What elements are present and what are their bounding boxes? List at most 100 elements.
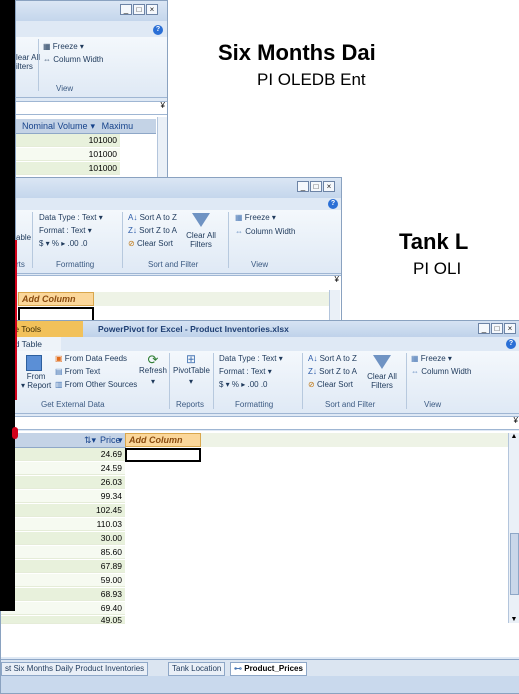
filters-label: ilters: [16, 62, 33, 71]
text-file-icon: ▤: [55, 367, 63, 376]
sheet-tab-product-prices[interactable]: ⊷ Product_Prices: [230, 662, 307, 676]
table-row[interactable]: 24.69: [1, 448, 125, 461]
column-header-price[interactable]: ⇅▾ Price ▾: [1, 433, 126, 448]
sort-ascending-icon: A↓: [308, 354, 318, 363]
sort-filter-group-label: Sort and Filter: [148, 260, 199, 269]
formula-bar[interactable]: ¥: [16, 101, 167, 115]
table-row[interactable]: 99.34: [1, 490, 125, 503]
scroll-up-icon[interactable]: ▲: [509, 433, 519, 440]
pivottable-button[interactable]: ⊞ PivotTable ▾: [173, 353, 210, 387]
table-row[interactable]: 110.03: [1, 518, 125, 531]
sort-z-to-a-button[interactable]: Z↓ Sort Z to A: [308, 367, 357, 376]
clear-all-filters-button[interactable]: lear All ilters: [16, 53, 40, 71]
sort-descending-icon: Z↓: [308, 367, 317, 376]
minimize-button[interactable]: _: [297, 181, 309, 192]
red-marker-dot: [12, 427, 18, 439]
freeze-button[interactable]: ▦ Freeze ▾: [43, 42, 84, 51]
clear-all-filters-button[interactable]: Clear All Filters: [363, 372, 401, 390]
table-row[interactable]: 30.00: [1, 532, 125, 545]
table-row[interactable]: 24.59: [1, 462, 125, 475]
close-button[interactable]: ×: [323, 181, 335, 192]
table-cell[interactable]: 101000: [16, 148, 120, 161]
ribbon: able rts Data Type : Text ▾ Format : Tex…: [16, 210, 341, 274]
table-cell[interactable]: 101000: [16, 134, 120, 147]
number-format-buttons[interactable]: $ ▾ % ▸ .00 .0: [39, 239, 88, 248]
maximize-button[interactable]: □: [133, 4, 145, 15]
sort-ascending-icon: A↓: [128, 213, 138, 222]
data-type-dropdown[interactable]: Data Type : Text ▾: [219, 354, 283, 363]
six-months-heading: Six Months Dai: [218, 40, 376, 65]
maximize-button[interactable]: □: [310, 181, 322, 192]
scroll-down-icon[interactable]: ▼: [509, 616, 519, 623]
minimize-button[interactable]: _: [120, 4, 132, 15]
tank-location-heading: Tank L: [399, 229, 469, 254]
refresh-button[interactable]: ⟳ Refresh ▾: [138, 352, 168, 387]
clear-sort-button[interactable]: ⊘ Clear Sort: [308, 380, 353, 389]
column-width-icon: ⇔: [235, 227, 243, 236]
table-cell[interactable]: 101000: [16, 162, 120, 175]
format-dropdown[interactable]: Format : Text ▾: [39, 226, 92, 235]
table-row[interactable]: 69.40: [1, 602, 125, 615]
close-button[interactable]: ×: [504, 323, 516, 334]
sort-z-to-a-button[interactable]: Z↓ Sort Z to A: [128, 226, 177, 235]
add-column-header[interactable]: Add Column: [125, 433, 201, 447]
window-titlebar: _ □ ×: [16, 178, 341, 198]
vertical-scrollbar[interactable]: ▲ ▼: [508, 433, 519, 623]
clear-sort-icon: ⊘: [128, 239, 135, 248]
left-dark-border: [0, 0, 15, 611]
clear-all-filters-button[interactable]: Clear All Filters: [182, 231, 220, 249]
freeze-button[interactable]: ▦ Freeze ▾: [411, 354, 452, 363]
from-text-button[interactable]: ▤ From Text: [55, 367, 100, 376]
column-width-button[interactable]: ⇔ Column Width: [235, 227, 295, 236]
column-header-nominal-volume[interactable]: Nominal Volume ▾ Maximu: [16, 119, 156, 134]
selected-cell[interactable]: [125, 448, 201, 462]
help-icon[interactable]: ?: [328, 199, 338, 209]
from-other-sources-button[interactable]: ▥ From Other Sources: [55, 380, 137, 389]
table-row[interactable]: 67.89: [1, 560, 125, 573]
minimize-button[interactable]: _: [478, 323, 490, 334]
refresh-icon: ⟳: [147, 352, 159, 367]
column-width-button[interactable]: ⇔ Column Width: [411, 367, 471, 376]
sheet-tab-six-months[interactable]: st Six Months Daily Product Inventories: [1, 662, 149, 676]
data-type-dropdown[interactable]: Data Type : Text ▾: [39, 213, 103, 222]
table-row[interactable]: 26.03: [1, 476, 125, 489]
window-title: PowerPivot for Excel - Product Inventori…: [98, 324, 289, 334]
red-marker-line: [15, 240, 17, 400]
formula-bar[interactable]: ¥: [1, 416, 519, 430]
filter-dropdown-icon[interactable]: ▾: [91, 121, 96, 131]
table-row[interactable]: 68.93: [1, 588, 125, 601]
vertical-scrollbar[interactable]: [329, 290, 340, 324]
filter-dropdown-icon[interactable]: ▾: [118, 433, 123, 447]
reports-group-label: Reports: [176, 400, 205, 409]
view-group-label: View: [56, 84, 74, 93]
sort-a-to-z-button[interactable]: A↓ Sort A to Z: [128, 213, 177, 222]
table-grid: Add Column: [16, 288, 341, 324]
maximize-button[interactable]: □: [491, 323, 503, 334]
from-report-button[interactable]: From ▾ Report: [21, 372, 51, 390]
filter-sort-icon[interactable]: ⇅▾: [84, 433, 96, 447]
clear-sort-button[interactable]: ⊘ Clear Sort: [128, 239, 173, 248]
formula-bar[interactable]: ¥: [16, 275, 341, 289]
vertical-scrollbar[interactable]: [157, 117, 167, 181]
help-icon[interactable]: ?: [153, 25, 163, 35]
sheet-tab-tank-location[interactable]: Tank Location: [168, 662, 226, 676]
sort-a-to-z-button[interactable]: A↓ Sort A to Z: [308, 354, 357, 363]
table-row[interactable]: 102.45: [1, 504, 125, 517]
format-dropdown[interactable]: Format : Text ▾: [219, 367, 272, 376]
close-button[interactable]: ×: [146, 4, 158, 15]
scroll-thumb[interactable]: [510, 533, 519, 595]
table-row[interactable]: 59.00: [1, 574, 125, 587]
freeze-button[interactable]: ▦ Freeze ▾: [235, 213, 276, 222]
other-sources-icon: ▥: [55, 380, 63, 389]
table-label: able: [16, 233, 32, 242]
status-bar: [1, 676, 519, 693]
powerpivot-window-front: able Tools PowerPivot for Excel - Produc…: [0, 320, 519, 694]
help-icon[interactable]: ?: [506, 339, 516, 349]
table-row[interactable]: 85.60: [1, 546, 125, 559]
from-data-feeds-button[interactable]: ▣ From Data Feeds: [55, 354, 127, 363]
add-column-header[interactable]: Add Column: [18, 292, 94, 306]
column-width-button[interactable]: ⇔ Column Width: [43, 55, 103, 64]
table-row[interactable]: 49.05: [1, 616, 125, 624]
number-format-buttons[interactable]: $ ▾ % ▸ .00 .0: [219, 380, 268, 389]
sheet-tab-bar: st Six Months Daily Product Inventories …: [1, 659, 519, 676]
